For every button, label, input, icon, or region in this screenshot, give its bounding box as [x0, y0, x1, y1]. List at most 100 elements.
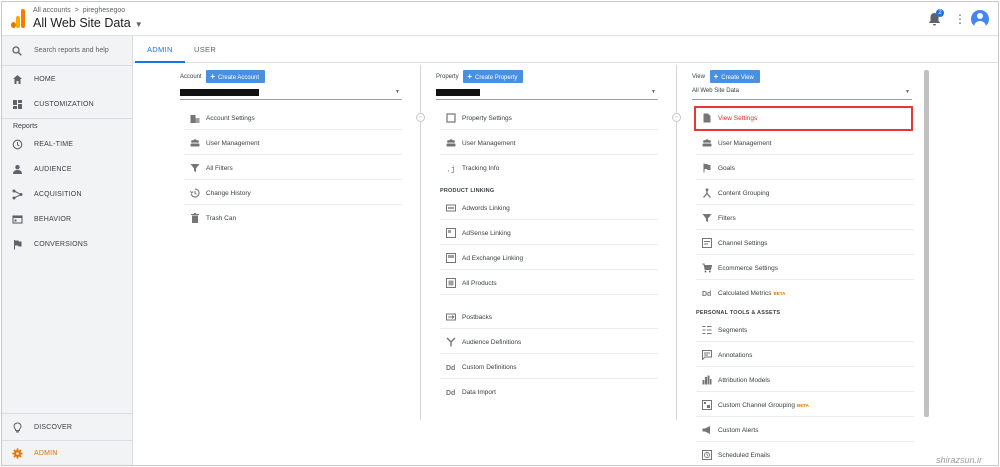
create-view-button[interactable]: + Create View [709, 70, 760, 83]
account-settings-item[interactable]: Account Settings [184, 106, 402, 130]
view-filters-item[interactable]: Filters [696, 206, 914, 230]
calculated-metrics-item[interactable]: Dd Calculated Metrics BETA [696, 281, 914, 305]
watermark-text: shirazsun.ir [936, 455, 983, 465]
item-label: Trash Can [206, 215, 237, 222]
building-icon [190, 115, 200, 123]
sidebar: Search reports and help HOME CUSTOMIZATI… [2, 36, 133, 465]
account-user-management-item[interactable]: User Management [184, 131, 402, 155]
create-account-button[interactable]: + Create Account [206, 70, 266, 83]
item-label: Data Import [462, 389, 496, 396]
notification-count-badge: 2 [936, 9, 944, 17]
account-avatar[interactable] [971, 10, 989, 28]
audience-definitions-icon [446, 337, 456, 347]
trash-can-item[interactable]: Trash Can [184, 206, 402, 230]
content-grouping-item[interactable]: Content Grouping [696, 181, 914, 205]
breadcrumb[interactable]: All accounts > pireghesegoo [33, 7, 127, 14]
data-import-item[interactable]: Dd Data Import [440, 380, 658, 404]
expand-arrow-icon[interactable]: ⇔ [672, 113, 681, 122]
tab-admin[interactable]: ADMIN [135, 45, 185, 63]
sidebar-item-conversions[interactable]: CONVERSIONS [2, 232, 132, 257]
dropdown-arrow-icon: ▼ [905, 89, 910, 95]
svg-text:Dd: Dd [446, 390, 455, 397]
expand-arrow-icon[interactable]: ⇔ [416, 113, 425, 122]
goals-item[interactable]: Goals [696, 156, 914, 180]
filter-icon [702, 214, 712, 222]
view-column-label: View [692, 74, 705, 81]
property-user-management-item[interactable]: User Management [440, 131, 658, 155]
custom-channel-grouping-item[interactable]: Custom Channel Grouping BETA [696, 393, 914, 417]
annotations-item[interactable]: Annotations [696, 343, 914, 367]
audience-definitions-item[interactable]: Audience Definitions [440, 330, 658, 354]
all-filters-item[interactable]: All Filters [184, 156, 402, 180]
adsense-linking-item[interactable]: AdSense Linking [440, 221, 658, 245]
megaphone-icon [702, 426, 710, 434]
svg-text:.js: .js [446, 166, 456, 174]
scrollbar[interactable] [924, 70, 929, 417]
item-label: Goals [718, 165, 735, 172]
clock-icon [12, 139, 23, 150]
users-icon [446, 139, 456, 147]
sidebar-item-acquisition[interactable]: ACQUISITION [2, 182, 132, 207]
view-picker-title: All Web Site Data [33, 16, 131, 30]
notifications-bell-icon[interactable]: 2 [928, 9, 944, 26]
adwords-linking-item[interactable]: Adwords Linking [440, 196, 658, 220]
attribution-models-item[interactable]: Attribution Models [696, 368, 914, 392]
trash-icon [191, 213, 199, 223]
scheduled-emails-item[interactable]: Scheduled Emails [696, 443, 914, 465]
tracking-info-item[interactable]: .js Tracking Info [440, 156, 658, 180]
property-column-label: Property [436, 74, 459, 81]
breadcrumb-account[interactable]: pireghesegoo [83, 7, 125, 14]
dropdown-arrow-icon: ▼ [651, 89, 656, 95]
sidebar-item-customization[interactable]: CUSTOMIZATION [2, 92, 132, 117]
view-user-management-item[interactable]: User Management [696, 131, 914, 155]
custom-definitions-item[interactable]: Dd Custom Definitions [440, 355, 658, 379]
custom-alerts-item[interactable]: Custom Alerts [696, 418, 914, 442]
create-property-button[interactable]: + Create Property [463, 70, 524, 83]
sidebar-item-home[interactable]: HOME [2, 67, 132, 92]
more-options-icon[interactable]: ⋮ [954, 12, 966, 26]
sidebar-item-realtime[interactable]: REAL-TIME [2, 132, 132, 157]
analytics-logo-icon[interactable] [11, 9, 25, 28]
item-label: Tracking Info [462, 165, 500, 172]
sidebar-item-label: ADMIN [34, 450, 58, 457]
all-products-item[interactable]: All Products [440, 271, 658, 295]
comment-icon [702, 350, 712, 360]
sidebar-item-discover[interactable]: DISCOVER [2, 415, 132, 440]
shopping-cart-icon [702, 263, 712, 273]
users-icon [190, 139, 200, 147]
custom-channel-grouping-label: Custom Channel Grouping [718, 402, 795, 409]
view-selector-value: All Web Site Data [692, 88, 739, 94]
item-label: Account Settings [206, 115, 255, 122]
filter-icon [190, 164, 200, 172]
item-label: All Filters [206, 165, 233, 172]
search-bar[interactable]: Search reports and help [2, 36, 132, 66]
property-selector[interactable]: ▼ [436, 87, 658, 100]
postbacks-item[interactable]: Postbacks [440, 305, 658, 329]
sidebar-item-audience[interactable]: AUDIENCE [2, 157, 132, 182]
view-selector[interactable]: All Web Site Data ▼ [692, 87, 912, 100]
tab-user[interactable]: USER [194, 45, 216, 54]
property-icon [446, 113, 456, 123]
account-selector[interactable]: ▼ [180, 87, 402, 100]
view-picker[interactable]: All Web Site Data ▼ [33, 16, 143, 30]
channel-settings-item[interactable]: Channel Settings [696, 231, 914, 255]
sidebar-item-admin[interactable]: ADMIN [2, 441, 132, 465]
property-settings-item[interactable]: Property Settings [440, 106, 658, 130]
create-account-label: Create Account [218, 75, 260, 81]
postbacks-icon [446, 313, 456, 321]
item-label: Change History [206, 190, 251, 197]
content-grouping-icon [703, 188, 711, 198]
item-label: Scheduled Emails [718, 452, 771, 459]
ad-exchange-icon [446, 253, 456, 263]
change-history-item[interactable]: Change History [184, 181, 402, 205]
breadcrumb-all-accounts[interactable]: All accounts [33, 7, 71, 14]
ecommerce-settings-item[interactable]: Ecommerce Settings [696, 256, 914, 280]
ad-exchange-linking-item[interactable]: Ad Exchange Linking [440, 246, 658, 270]
sidebar-item-behavior[interactable]: BEHAVIOR [2, 207, 132, 232]
app-window: All accounts > pireghesegoo All Web Site… [1, 1, 999, 466]
svg-text:Dd: Dd [446, 365, 455, 372]
search-input[interactable]: Search reports and help [34, 47, 109, 54]
sidebar-item-label: BEHAVIOR [34, 216, 72, 223]
segments-item[interactable]: Segments [696, 318, 914, 342]
calculated-metrics-label: Calculated Metrics [718, 290, 772, 297]
